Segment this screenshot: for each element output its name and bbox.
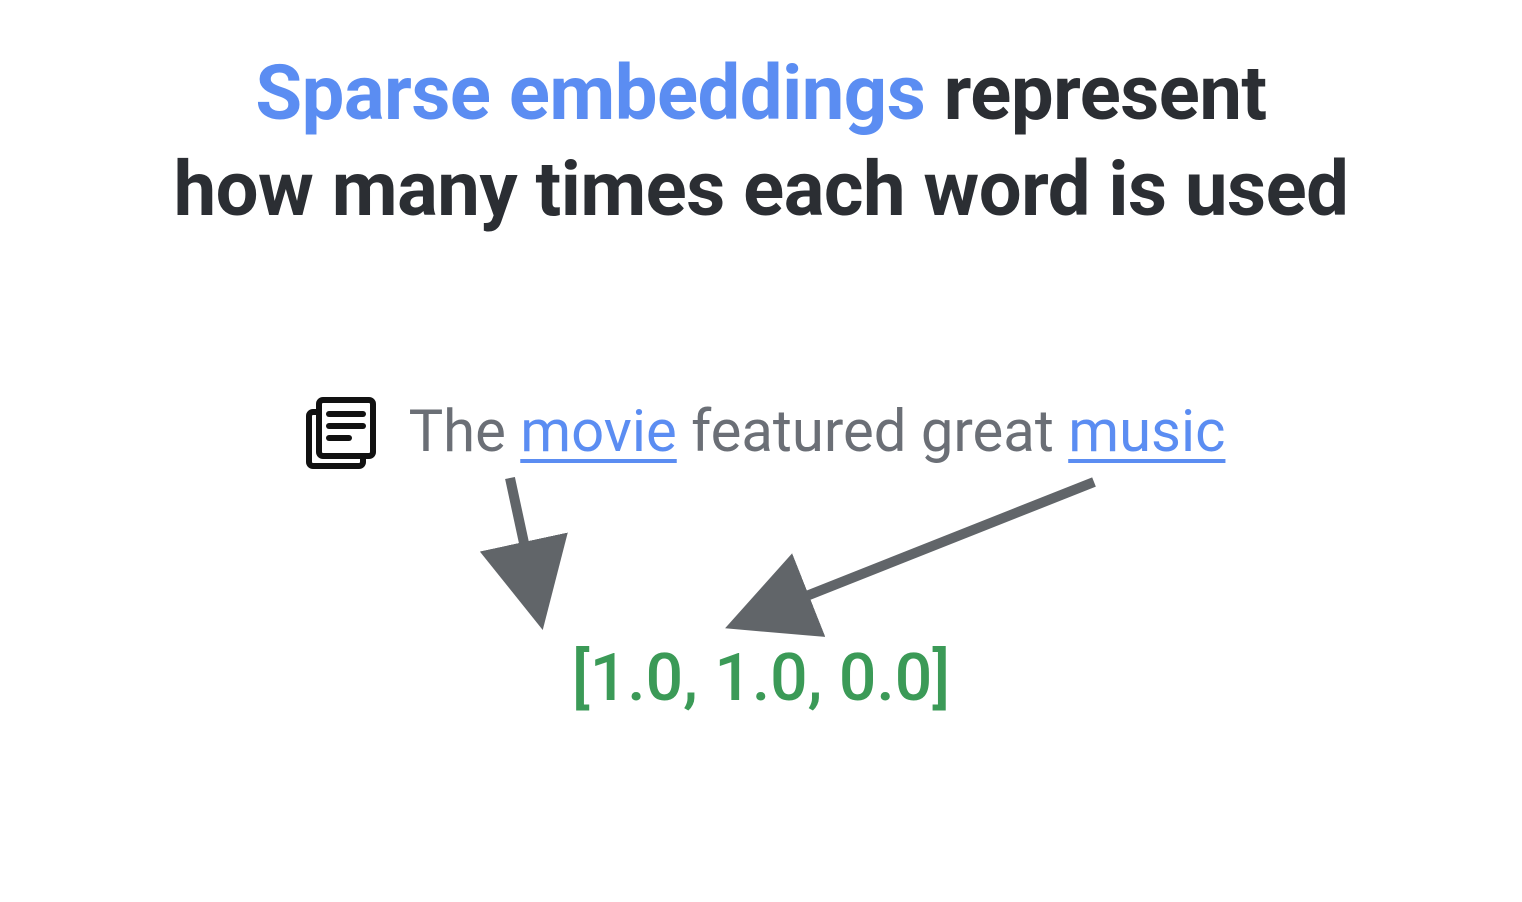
sentence-word-the: The [409,398,521,466]
document-stack-icon [297,390,381,474]
diagram-title: Sparse embeddings represent how many tim… [0,46,1522,238]
example-sentence-row: The movie featured great music [0,390,1522,474]
arrow-movie-to-vector [510,478,538,608]
embedding-vector: [1.0, 1.0, 0.0] [0,640,1522,717]
sentence-highlight-music: music [1068,398,1225,466]
example-sentence: The movie featured great music [409,398,1226,466]
diagram-stage: Sparse embeddings represent how many tim… [0,0,1522,902]
sentence-words-middle: featured great [677,398,1068,466]
title-line2: how many times each word is used [174,144,1349,234]
arrow-music-to-vector [746,482,1094,620]
sentence-highlight-movie: movie [520,398,676,466]
title-emphasis: Sparse embeddings [255,48,925,138]
title-rest-line1: represent [925,48,1266,138]
